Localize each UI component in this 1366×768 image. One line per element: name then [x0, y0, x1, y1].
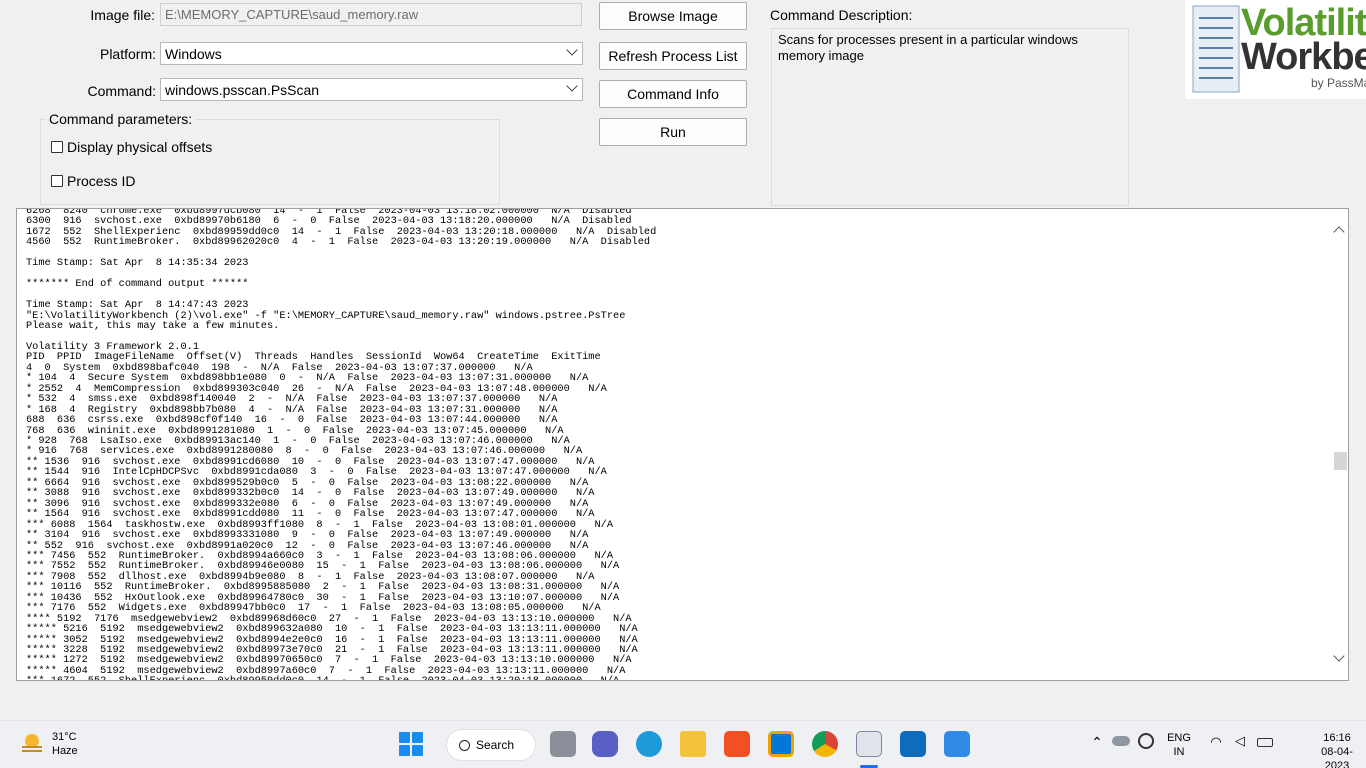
output-line: Time Stamp: Sat Apr 8 14:47:43 2023: [26, 299, 249, 312]
weather-condition: Haze: [52, 745, 78, 757]
output-line: ** 3104 916 svchost.exe 0xbd8993331080 9…: [26, 529, 589, 542]
weather-widget[interactable]: 31°C Haze: [20, 730, 78, 758]
scroll-thumb[interactable]: [1334, 452, 1347, 470]
chevron-down-icon: [566, 80, 578, 92]
search-label: Search: [476, 738, 515, 752]
windows-start-icon[interactable]: [398, 731, 424, 757]
platform-label: Platform:: [99, 46, 156, 62]
volatility-workbench-taskbar-icon[interactable]: [856, 731, 882, 757]
output-scrollbar[interactable]: [1331, 209, 1348, 680]
output-line: Time Stamp: Sat Apr 8 14:35:34 2023: [26, 257, 249, 270]
display-physical-offsets-checkbox[interactable]: Display physical offsets: [51, 139, 212, 155]
command-parameters-group: [40, 119, 500, 205]
weather-haze-icon: [22, 734, 42, 752]
edge-browser-icon[interactable]: [636, 731, 662, 757]
command-description-box: Scans for processes present in a particu…: [771, 28, 1129, 206]
language-line-1: ENG: [1167, 732, 1191, 744]
taskbar: 31°C Haze Search ⌃ ENG IN ◠ ◁ 16:16 08-0…: [0, 720, 1366, 768]
process-id-checkbox[interactable]: Process ID: [51, 173, 135, 189]
output-line: 688 636 csrss.exe 0xbd898cf0f140 16 - 0 …: [26, 414, 558, 427]
checkbox-box[interactable]: [51, 141, 63, 153]
run-button[interactable]: Run: [599, 118, 747, 146]
chevron-down-icon: [566, 44, 578, 56]
clock[interactable]: 16:16 08-04-2023: [1310, 731, 1364, 768]
sync-icon[interactable]: [1138, 733, 1154, 749]
image-file-field[interactable]: E:\MEMORY_CAPTURE\saud_memory.raw: [160, 3, 582, 26]
microsoft-store-icon[interactable]: [724, 731, 750, 757]
file-explorer-icon[interactable]: [680, 731, 706, 757]
language-indicator[interactable]: ENG IN: [1164, 731, 1194, 759]
command-info-button[interactable]: Command Info: [599, 80, 747, 108]
command-description-title: Command Description:: [770, 7, 913, 23]
clock-time: 16:16: [1323, 732, 1351, 744]
checkbox-label: Process ID: [67, 173, 136, 189]
command-value: windows.psscan.PsScan: [165, 82, 320, 98]
command-select[interactable]: windows.psscan.PsScan: [160, 78, 583, 101]
task-view-icon[interactable]: [550, 731, 576, 757]
chrome-browser-icon[interactable]: [812, 731, 838, 757]
platform-select[interactable]: Windows: [160, 42, 583, 65]
command-label: Command:: [87, 83, 156, 99]
logo-text-workbench: Workbench: [1241, 36, 1366, 78]
taskbar-search[interactable]: Search: [446, 729, 536, 761]
language-line-2: IN: [1173, 746, 1185, 758]
scroll-down-icon[interactable]: [1333, 650, 1345, 662]
image-file-label: Image file:: [90, 7, 155, 23]
logo-text-passmark: by PassMark: [1311, 76, 1366, 90]
refresh-process-list-button[interactable]: Refresh Process List: [599, 42, 747, 70]
command-output-text: 6268 8240 chrome.exe 0xbd8997dcb080 14 -…: [26, 209, 656, 680]
checkbox-box[interactable]: [51, 175, 63, 187]
wifi-icon[interactable]: ◠: [1208, 735, 1224, 749]
browse-image-button[interactable]: Browse Image: [599, 2, 747, 30]
output-line: Please wait, this may take a few minutes…: [26, 319, 280, 332]
volume-icon[interactable]: ◁: [1232, 734, 1248, 748]
command-description-text: Scans for processes present in a particu…: [778, 32, 1078, 63]
teams-chat-icon[interactable]: [592, 731, 618, 757]
app-icon[interactable]: [768, 731, 794, 757]
search-icon: [459, 739, 470, 751]
battery-icon[interactable]: [1257, 738, 1273, 747]
weather-temperature: 31°C: [52, 731, 77, 743]
checkbox-label: Display physical offsets: [67, 139, 213, 155]
command-output-textarea[interactable]: 6268 8240 chrome.exe 0xbd8997dcb080 14 -…: [16, 208, 1349, 681]
command-parameters-title: Command parameters:: [46, 111, 196, 127]
photos-icon[interactable]: [944, 731, 970, 757]
onedrive-cloud-icon[interactable]: [1112, 736, 1130, 746]
clock-date: 08-04-2023: [1321, 746, 1353, 768]
show-hidden-icons-chevron-icon[interactable]: ⌃: [1090, 735, 1104, 749]
output-line: ***** 5216 5192 msedgewebview2 0xbd89963…: [26, 623, 638, 636]
output-line: *** 1672 552 ShellExperienc 0xbd89959dd0…: [26, 676, 656, 680]
scroll-up-icon[interactable]: [1333, 226, 1345, 238]
output-line: 4560 552 RuntimeBroker. 0xbd89962020c0 4…: [26, 236, 651, 249]
platform-value: Windows: [165, 46, 222, 62]
output-line: ******* End of command output ******: [26, 278, 249, 291]
volatility-workbench-logo: Volatility Workbench by PassMark: [1185, 0, 1366, 99]
mail-icon[interactable]: [900, 731, 926, 757]
